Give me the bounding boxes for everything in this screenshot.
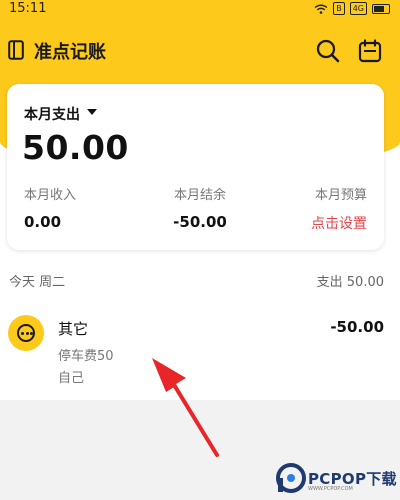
record-member: 自己 xyxy=(58,371,85,386)
battery-icon xyxy=(372,3,390,14)
monthly-expense-amount: 50.00 xyxy=(22,128,129,167)
day-expense-total: 支出 50.00 xyxy=(316,275,384,290)
app-bar: 准点记账 xyxy=(0,30,400,72)
wifi-icon xyxy=(314,4,328,14)
record-category: 其它 xyxy=(58,320,89,338)
balance-label: 本月结余 xyxy=(173,188,226,203)
pcpop-logo-icon xyxy=(276,463,306,493)
transaction-record[interactable]: 其它 停车费50 自己 -50.00 xyxy=(0,300,400,400)
caret-down-icon[interactable] xyxy=(87,109,97,115)
set-budget-link[interactable]: 点击设置 xyxy=(311,213,367,233)
period-selector[interactable]: 本月支出 xyxy=(24,104,80,124)
status-icons: B 4G xyxy=(314,2,390,15)
budget-label: 本月预算 xyxy=(314,188,367,203)
balance-stat: 本月结余 -50.00 xyxy=(157,184,243,231)
status-bar: 15:11 B 4G xyxy=(0,0,400,20)
income-stat: 本月收入 0.00 xyxy=(24,184,76,231)
sim-badge: B xyxy=(333,2,345,15)
day-date-label: 今天 周二 xyxy=(9,275,66,290)
search-icon[interactable] xyxy=(315,38,341,64)
watermark-tagline: WWW.PCPOP.COM xyxy=(308,486,353,492)
calendar-icon[interactable] xyxy=(358,39,382,63)
income-value: 0.00 xyxy=(24,213,62,231)
budget-stat: 本月预算 点击设置 xyxy=(311,184,367,233)
monthly-summary-card: 本月支出 50.00 本月收入 0.00 本月结余 -50.00 本月预算 点击… xyxy=(7,84,384,250)
day-group-header: 今天 周二 支出 50.00 xyxy=(0,268,400,294)
more-dots-icon xyxy=(8,315,44,351)
income-label: 本月收入 xyxy=(24,188,77,203)
book-icon[interactable] xyxy=(8,40,24,60)
balance-value: -50.00 xyxy=(173,213,227,231)
pcpop-watermark: PCPOP下载 WWW.PCPOP.COM xyxy=(276,463,400,497)
app-title: 准点记账 xyxy=(34,42,106,63)
record-amount: -50.00 xyxy=(330,318,384,336)
record-note: 停车费50 xyxy=(58,349,114,364)
status-time: 15:11 xyxy=(9,1,47,16)
signal-badge: 4G xyxy=(349,2,367,15)
